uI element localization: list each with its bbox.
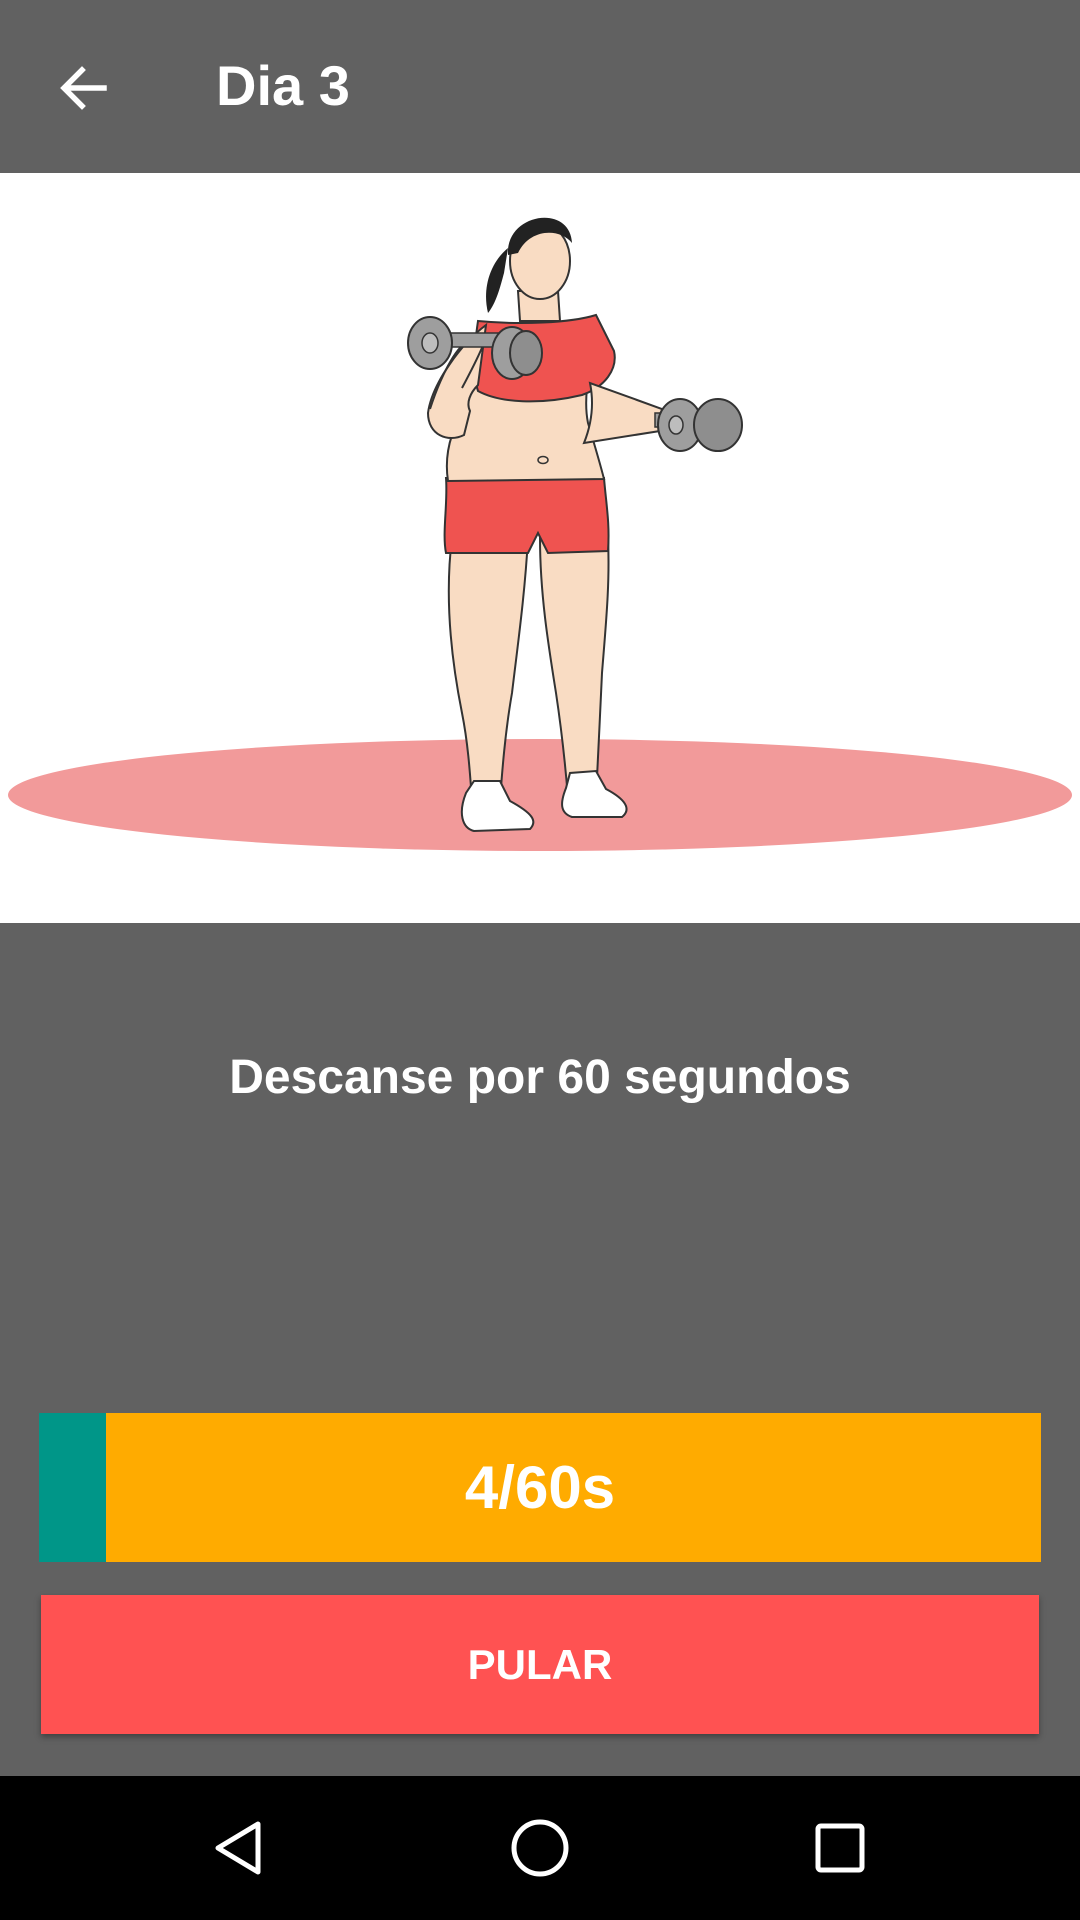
triangle-back-icon <box>215 1821 261 1875</box>
rest-message: Descanse por 60 segundos <box>229 1051 851 1104</box>
page-title: Dia 3 <box>216 54 350 117</box>
nav-back-button[interactable] <box>190 1798 290 1898</box>
nav-recents-button[interactable] <box>790 1798 890 1898</box>
system-nav-bar <box>0 1776 1080 1920</box>
circle-home-icon <box>511 1819 569 1877</box>
skip-button[interactable]: PULAR <box>41 1595 1039 1734</box>
rest-timer-progress: 4/60s <box>39 1413 1041 1562</box>
nav-home-button[interactable] <box>490 1798 590 1898</box>
app-bar: Dia 3 <box>0 0 1080 173</box>
arrow-left-icon <box>60 66 107 110</box>
square-recents-icon <box>815 1823 865 1873</box>
exercise-illustration <box>0 173 1080 923</box>
timer-label: 4/60s <box>464 1454 616 1521</box>
back-button[interactable] <box>40 44 128 132</box>
woman-dumbbell-curl-illustration <box>8 217 1072 851</box>
